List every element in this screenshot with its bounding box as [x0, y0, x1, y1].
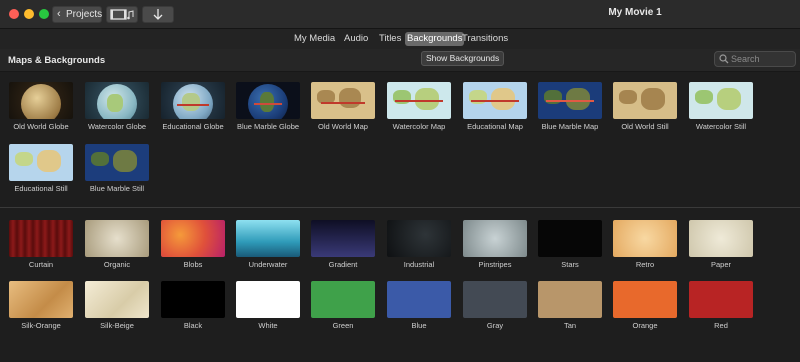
item-label: Red — [714, 321, 728, 330]
thumbnail — [463, 281, 527, 318]
close-window-button[interactable] — [9, 9, 19, 19]
window-title: My Movie 1 — [608, 7, 662, 18]
thumbnail — [9, 82, 73, 119]
section-divider — [0, 207, 800, 208]
import-download-button[interactable] — [142, 6, 174, 23]
thumbnail — [85, 281, 149, 318]
tab-backgrounds[interactable]: Backgrounds — [405, 32, 465, 46]
thumbnail — [689, 220, 753, 257]
thumbnail — [538, 281, 602, 318]
thumbnail — [311, 82, 375, 119]
thumbnail — [689, 82, 753, 119]
title-bar: ‹ Projects My Movie 1 — [0, 0, 800, 29]
thumbnail — [538, 82, 602, 119]
tab-transitions[interactable]: Transitions — [460, 32, 510, 46]
search-icon — [719, 54, 729, 64]
film-music-icon — [110, 9, 134, 20]
thumbnail — [613, 82, 677, 119]
thumbnail — [463, 220, 527, 257]
thumbnail — [387, 220, 451, 257]
item-label: Blue Marble Still — [89, 184, 145, 193]
projects-button[interactable]: ‹ Projects — [52, 6, 102, 23]
media-import-button[interactable] — [106, 6, 138, 23]
thumbnail — [161, 281, 225, 318]
thumbnail — [85, 220, 149, 257]
thumbnail — [463, 82, 527, 119]
zoom-window-button[interactable] — [39, 9, 49, 19]
tab-my-media[interactable]: My Media — [292, 32, 337, 46]
thumbnail — [613, 220, 677, 257]
thumbnail — [613, 281, 677, 318]
chevron-left-icon: ‹ — [57, 8, 61, 20]
item-label: Paper — [710, 260, 731, 269]
thumbnail — [161, 220, 225, 257]
browser-header: Maps & Backgrounds Show Backgrounds — [0, 49, 800, 72]
thumbnail — [9, 281, 73, 318]
media-tab-bar: My Media Audio Titles Backgrounds Transi… — [0, 29, 800, 49]
minimize-window-button[interactable] — [24, 9, 34, 19]
down-arrow-icon — [153, 9, 163, 20]
thumbnail — [9, 144, 73, 181]
thumbnail — [236, 82, 300, 119]
tab-titles[interactable]: Titles — [377, 32, 403, 46]
search-input[interactable] — [731, 52, 791, 66]
thumbnail — [236, 220, 300, 257]
show-backgrounds-button[interactable]: Show Backgrounds — [421, 51, 505, 66]
thumbnail — [85, 82, 149, 119]
thumbnail — [689, 281, 753, 318]
thumbnail — [161, 82, 225, 119]
thumbnail — [387, 82, 451, 119]
thumbnail — [9, 220, 73, 257]
item-label: Watercolor Still — [695, 122, 747, 131]
thumbnail — [311, 281, 375, 318]
search-field[interactable] — [714, 51, 796, 67]
thumbnail — [311, 220, 375, 257]
thumbnail — [387, 281, 451, 318]
thumbnail — [538, 220, 602, 257]
section-title: Maps & Backgrounds — [8, 55, 106, 66]
tab-audio[interactable]: Audio — [342, 32, 370, 46]
thumbnail — [85, 144, 149, 181]
thumbnail — [236, 281, 300, 318]
projects-button-label: Projects — [66, 9, 103, 20]
